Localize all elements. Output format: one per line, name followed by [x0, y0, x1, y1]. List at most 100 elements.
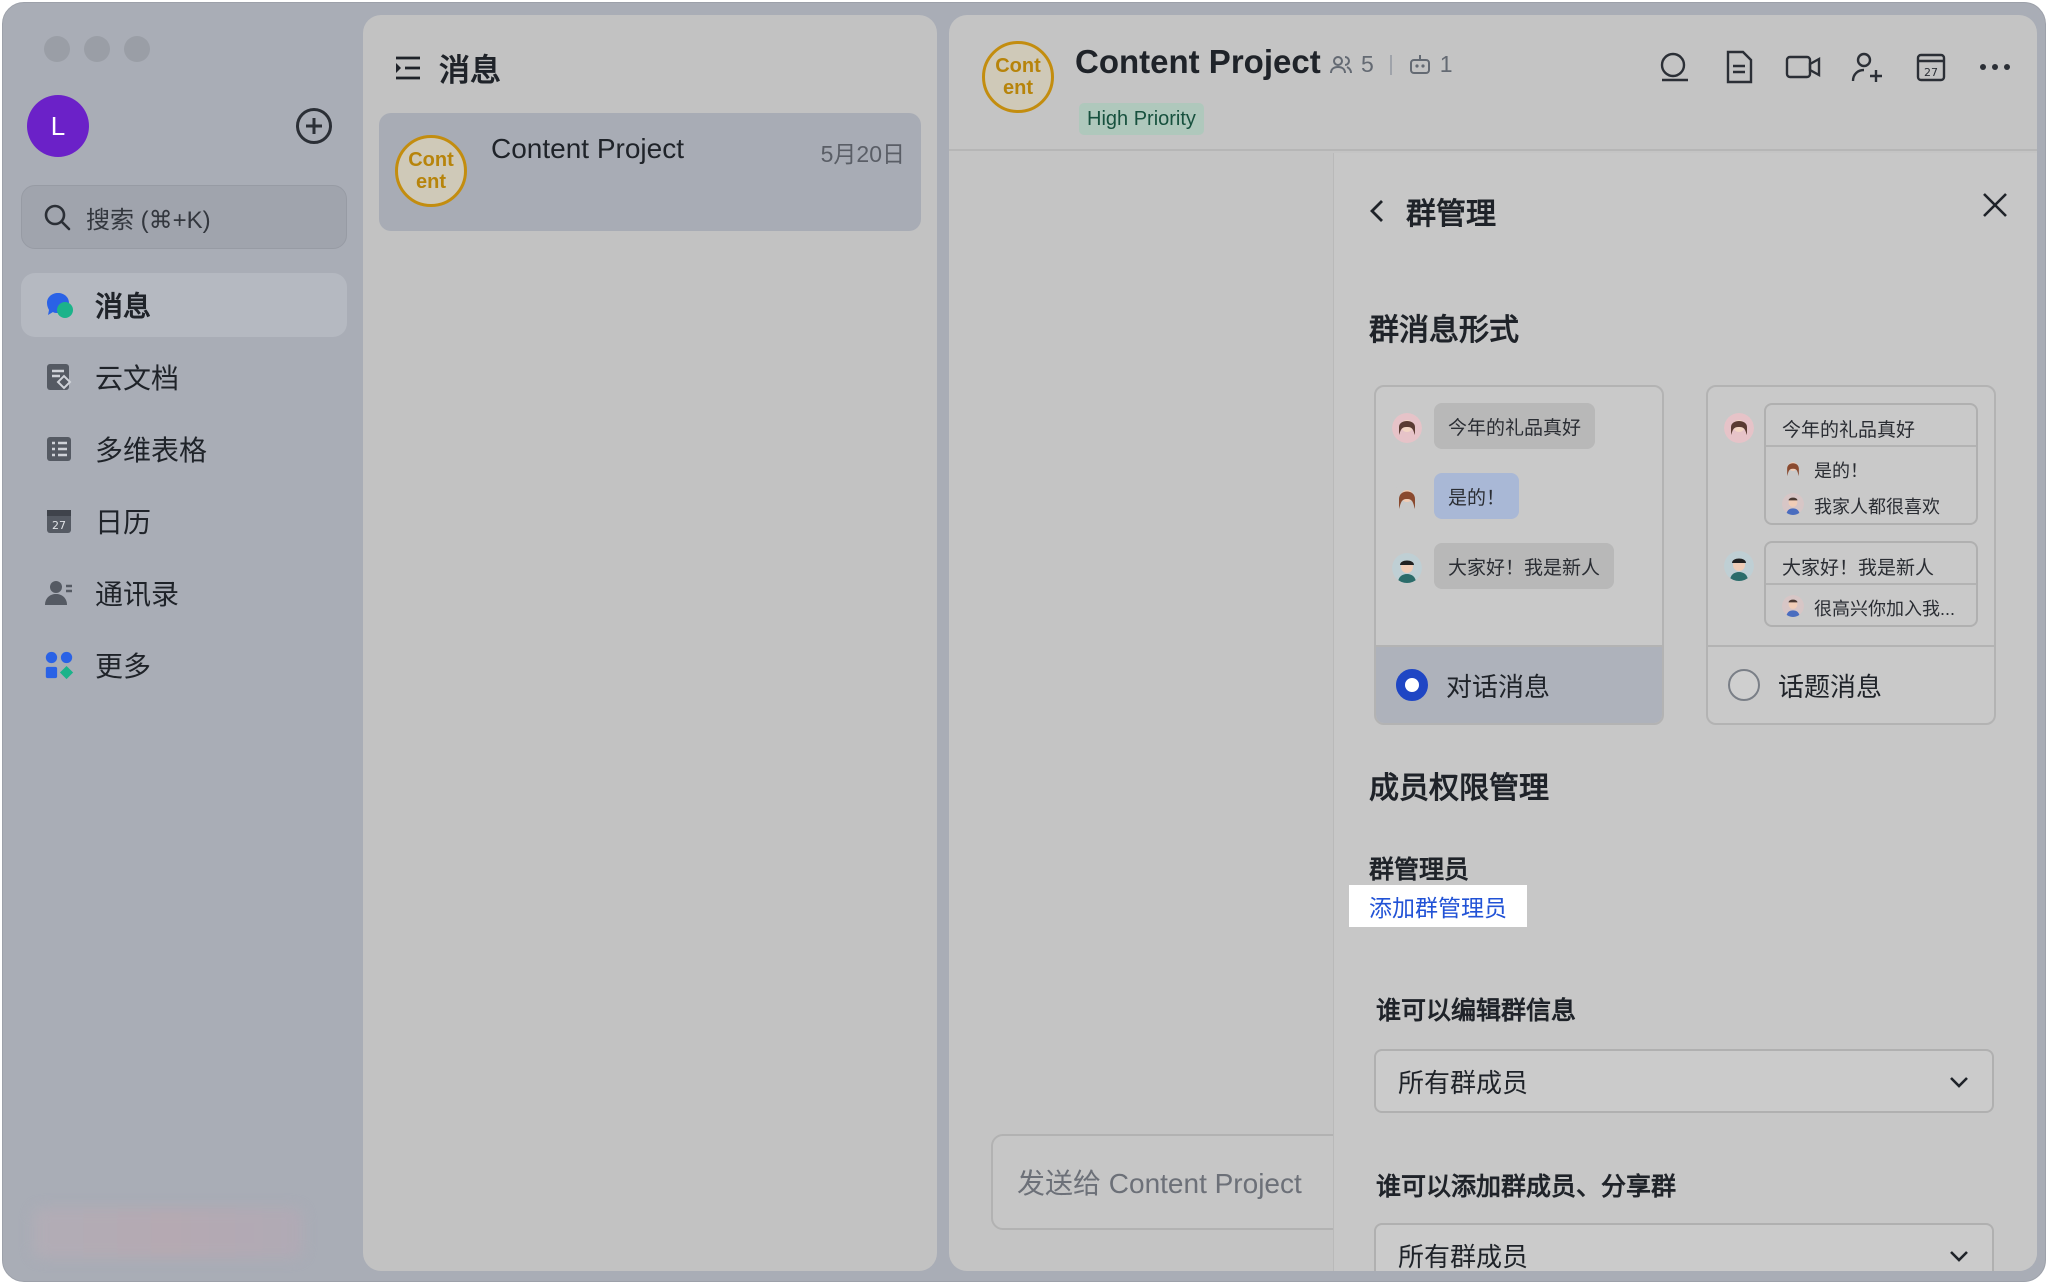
member-avatar-icon — [1724, 551, 1754, 581]
thread-reply: 很高兴你加入我... — [1814, 599, 1956, 619]
video-call-button[interactable] — [1785, 49, 1821, 85]
chat-title[interactable]: Content Project — [1075, 43, 1321, 81]
contacts-icon — [43, 577, 75, 609]
member-avatar-icon — [1724, 413, 1754, 443]
thread-divider — [1766, 445, 1976, 447]
bot-count[interactable]: 1 — [1440, 51, 1453, 78]
sidebar-item-calendar[interactable]: 27 日历 — [21, 489, 347, 553]
window-controls — [44, 36, 150, 62]
group-management-panel: 群管理 群消息形式 今年的礼品真好 是的！ 大家好！我是新人 对话消息 今年的礼… — [1333, 153, 2037, 1271]
chat-meta: 5 1 — [1329, 51, 1453, 78]
topic-message-radio[interactable] — [1728, 669, 1760, 701]
chat-bubble: 今年的礼品真好 — [1434, 403, 1596, 449]
topic-message-option-card[interactable]: 今年的礼品真好 是的！ 我家人都很喜欢 大家好！我是新人 很高兴你加入我... … — [1706, 385, 1996, 725]
thread-divider — [1766, 583, 1976, 585]
chat-message-radio[interactable] — [1396, 669, 1428, 701]
thread-reply: 我家人都很喜欢 — [1814, 497, 1940, 517]
more-apps-icon — [43, 649, 75, 681]
sidebar: L 搜索 (⌘+K) 消息 云文档 多维表格 27 日历 通讯录 更多 — [3, 3, 361, 1281]
conversation-avatar: Cont ent — [395, 135, 467, 207]
video-icon — [1785, 55, 1821, 79]
sidebar-item-messages[interactable]: 消息 — [21, 273, 347, 337]
option-label: 对话消息 — [1446, 671, 1551, 702]
calendar-button[interactable]: 27 — [1913, 49, 1949, 85]
member-count[interactable]: 5 — [1361, 51, 1374, 78]
add-members-label: 谁可以添加群成员、分享群 — [1376, 1173, 1677, 1201]
chat-bubble: 是的！ — [1434, 473, 1520, 519]
close-window-button[interactable] — [44, 36, 70, 62]
blurred-status-bar — [33, 1208, 303, 1258]
user-avatar[interactable]: L — [27, 95, 89, 157]
chat-format-preview: 今年的礼品真好 是的！ 大家好！我是新人 — [1376, 387, 1662, 647]
minimize-window-button[interactable] — [84, 36, 110, 62]
chevron-down-icon — [1950, 1251, 1968, 1262]
member-avatar-icon — [1782, 457, 1804, 479]
sidebar-item-label: 消息 — [95, 291, 152, 322]
thread-message: 大家好！我是新人 — [1782, 558, 1935, 579]
chat-pane: Cont ent Content Project 5 1 High Priori… — [949, 15, 2037, 1271]
doc-icon — [1726, 50, 1753, 84]
zoom-window-button[interactable] — [124, 36, 150, 62]
add-admin-link[interactable]: 添加群管理员 — [1349, 885, 1527, 927]
sidebar-item-label: 云文档 — [95, 363, 180, 394]
topic-thread: 今年的礼品真好 是的！ 我家人都很喜欢 — [1764, 403, 1978, 525]
topic-format-preview: 今年的礼品真好 是的！ 我家人都很喜欢 大家好！我是新人 很高兴你加入我... — [1708, 387, 1994, 647]
panel-header: 群管理 — [1364, 189, 1496, 233]
thread-reply: 是的！ — [1814, 461, 1868, 481]
search-box[interactable]: 搜索 (⌘+K) — [21, 185, 347, 249]
sidebar-nav: 消息 云文档 多维表格 27 日历 通讯录 更多 — [21, 273, 347, 705]
base-icon — [43, 433, 75, 465]
chat-message-option[interactable]: 对话消息 — [1376, 645, 1662, 723]
members-icon[interactable] — [1329, 53, 1353, 77]
chat-avatar[interactable]: Cont ent — [982, 41, 1054, 113]
sidebar-item-docs[interactable]: 云文档 — [21, 345, 347, 409]
svg-text:27: 27 — [1924, 66, 1938, 79]
search-chat-button[interactable] — [1657, 49, 1693, 85]
app-window: L 搜索 (⌘+K) 消息 云文档 多维表格 27 日历 通讯录 更多 消息 C… — [2, 2, 2046, 1282]
search-placeholder: 搜索 (⌘+K) — [86, 206, 211, 234]
bot-icon[interactable] — [1408, 53, 1432, 77]
sidebar-item-label: 通讯录 — [95, 579, 180, 610]
member-avatar-icon — [1392, 483, 1422, 513]
add-member-button[interactable] — [1849, 49, 1885, 85]
member-avatar-icon — [1782, 493, 1804, 515]
select-value: 所有群成员 — [1398, 1067, 1529, 1098]
conversation-date: 5月20日 — [820, 141, 905, 167]
member-avatar-icon — [1782, 595, 1804, 617]
message-format-title: 群消息形式 — [1369, 314, 1519, 347]
more-options-button[interactable] — [1977, 49, 2013, 85]
chat-header: Cont ent Content Project 5 1 High Priori… — [949, 15, 2037, 151]
more-icon — [1980, 64, 2010, 70]
docs-button[interactable] — [1721, 49, 1757, 85]
create-button[interactable] — [296, 108, 332, 144]
search-icon — [1660, 52, 1688, 82]
sidebar-item-base[interactable]: 多维表格 — [21, 417, 347, 481]
conversation-name: Content Project — [491, 133, 684, 164]
collapse-list-icon[interactable] — [393, 53, 423, 83]
back-icon[interactable] — [1364, 197, 1392, 225]
calendar-icon: 27 — [1916, 53, 1946, 82]
plus-icon — [306, 118, 322, 134]
permissions-title: 成员权限管理 — [1369, 772, 1549, 805]
topic-message-option[interactable]: 话题消息 — [1708, 645, 1994, 723]
meta-divider — [1389, 54, 1392, 75]
add-members-select[interactable]: 所有群成员 — [1374, 1223, 1994, 1271]
page-title: 消息 — [439, 53, 501, 88]
chat-toolbar: 27 — [1657, 49, 2013, 85]
option-label: 话题消息 — [1778, 671, 1883, 702]
search-icon — [44, 204, 71, 231]
close-icon[interactable] — [1979, 189, 2011, 221]
topic-thread: 大家好！我是新人 很高兴你加入我... — [1764, 541, 1978, 627]
sidebar-item-label: 日历 — [95, 507, 152, 538]
select-value: 所有群成员 — [1398, 1241, 1529, 1272]
sidebar-item-label: 多维表格 — [95, 435, 208, 466]
conversation-item[interactable]: Cont ent Content Project 5月20日 — [379, 113, 921, 231]
sidebar-item-label: 更多 — [95, 651, 152, 682]
sidebar-item-contacts[interactable]: 通讯录 — [21, 561, 347, 625]
admins-label: 群管理员 — [1369, 856, 1470, 884]
sidebar-item-more[interactable]: 更多 — [21, 633, 347, 697]
message-list-pane: 消息 Cont ent Content Project 5月20日 — [363, 15, 937, 1271]
priority-tag: High Priority — [1079, 103, 1204, 135]
chat-message-option-card[interactable]: 今年的礼品真好 是的！ 大家好！我是新人 对话消息 — [1374, 385, 1664, 725]
edit-info-select[interactable]: 所有群成员 — [1374, 1049, 1994, 1113]
